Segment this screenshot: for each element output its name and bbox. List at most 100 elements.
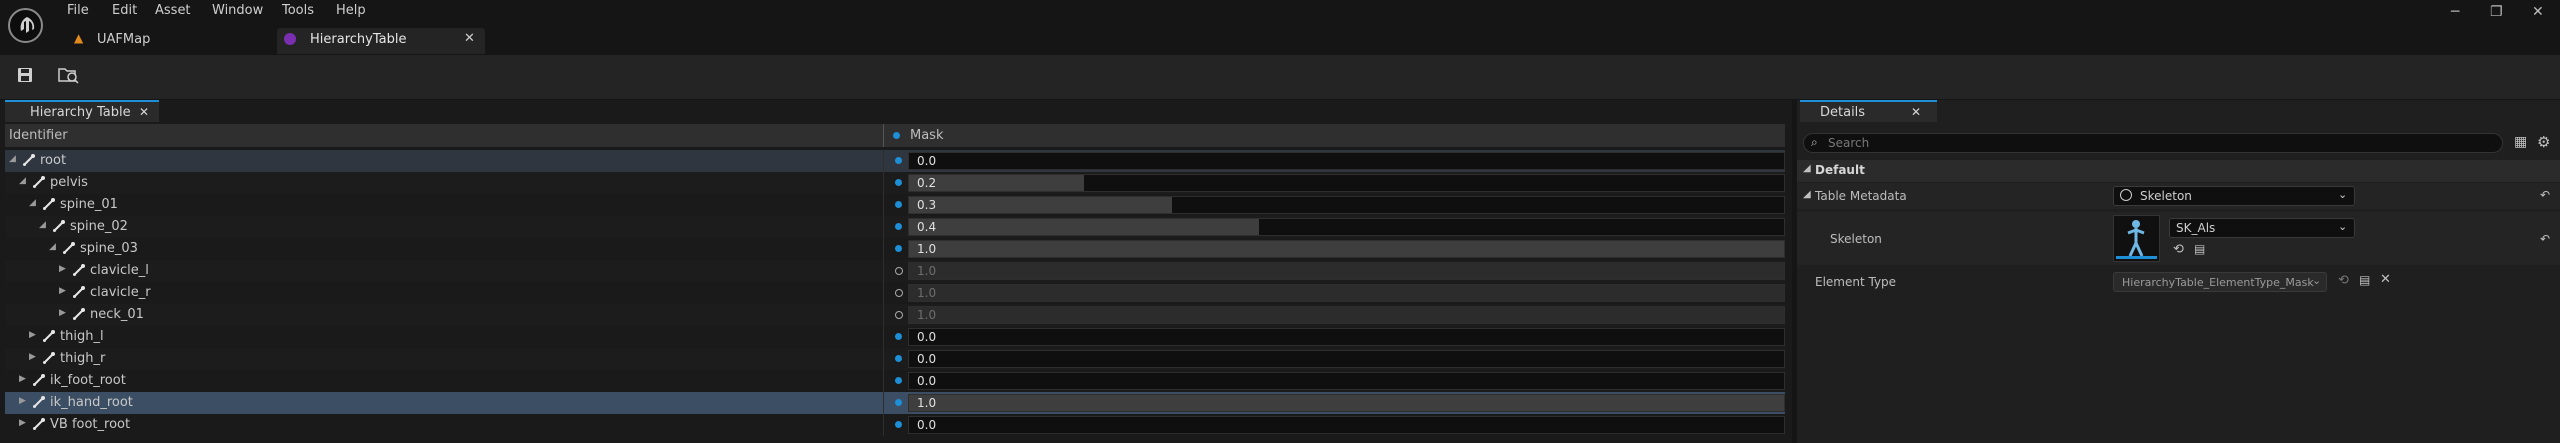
mask-value-slider[interactable]: 0.0 xyxy=(908,372,1785,390)
close-panel-icon[interactable]: ✕ xyxy=(139,105,149,119)
tab-details[interactable]: Details ✕ xyxy=(1800,100,1937,122)
tab-uafmap[interactable]: ▲ UAFMap xyxy=(72,28,272,54)
settings-gear-icon[interactable]: ⚙ xyxy=(2537,133,2550,151)
table-row[interactable]: ◢ pelvis 0.2 xyxy=(5,172,1785,194)
expand-arrow-right-icon[interactable]: ▶ xyxy=(29,330,36,340)
table-row[interactable]: ◢ root 0.0 xyxy=(5,150,1785,172)
menu-tools[interactable]: Tools xyxy=(282,3,314,18)
expand-arrow-down-icon[interactable]: ◢ xyxy=(29,198,36,208)
table-row[interactable]: ◢ spine_03 1.0 xyxy=(5,238,1785,260)
mask-value-slider[interactable]: 0.3 xyxy=(908,196,1785,214)
override-indicator-icon[interactable] xyxy=(895,223,902,230)
mask-value-slider[interactable]: 0.2 xyxy=(908,174,1785,192)
expand-arrow-right-icon[interactable]: ▶ xyxy=(59,286,66,296)
mask-value-fill xyxy=(909,219,1259,235)
save-icon[interactable] xyxy=(17,67,33,83)
override-indicator-icon[interactable] xyxy=(895,355,902,362)
minimize-icon[interactable]: ─ xyxy=(2451,4,2459,20)
expand-arrow-right-icon[interactable]: ▶ xyxy=(29,352,36,362)
expand-arrow-right-icon[interactable]: ▶ xyxy=(59,308,66,318)
reset-to-default-icon[interactable]: ↶ xyxy=(2540,188,2550,202)
section-default[interactable]: ◢ Default xyxy=(1797,160,2560,182)
mask-value-slider[interactable]: 1.0 xyxy=(908,306,1785,324)
search-input[interactable]: ⌕ Search xyxy=(1803,133,2503,153)
table-row[interactable]: ▶ ik_hand_root 1.0 xyxy=(5,392,1785,414)
use-selected-icon[interactable]: ⟲ xyxy=(2173,242,2184,257)
element-type-dropdown[interactable]: HierarchyTable_ElementType_Mask ⌄ xyxy=(2113,272,2327,292)
column-identifier[interactable]: Identifier xyxy=(9,128,68,143)
tab-hierarchytable[interactable]: HierarchyTable ✕ xyxy=(277,28,485,54)
map-icon: ▲ xyxy=(74,31,84,45)
table-row[interactable]: ◢ spine_01 0.3 xyxy=(5,194,1785,216)
tab-uafmap-label: UAFMap xyxy=(97,32,151,47)
mask-value-slider[interactable]: 1.0 xyxy=(908,240,1785,258)
menu-file[interactable]: File xyxy=(67,3,89,18)
table-row[interactable]: ◢ spine_02 0.4 xyxy=(5,216,1785,238)
mask-value-slider[interactable]: 1.0 xyxy=(908,394,1785,412)
column-mask[interactable]: Mask xyxy=(910,128,943,143)
maximize-icon[interactable]: ❐ xyxy=(2490,4,2503,20)
expand-arrow-down-icon[interactable]: ◢ xyxy=(19,176,26,186)
table-row[interactable]: ▶ thigh_l 0.0 xyxy=(5,326,1785,348)
browse-icon[interactable]: ▤ xyxy=(2359,273,2370,287)
skeleton-asset-dropdown[interactable]: SK_Als ⌄ xyxy=(2169,218,2355,238)
mask-value-slider[interactable]: 1.0 xyxy=(908,262,1785,280)
use-selected-icon[interactable]: ⟲ xyxy=(2338,273,2349,288)
expand-arrow-right-icon[interactable]: ▶ xyxy=(19,374,26,384)
column-divider[interactable] xyxy=(883,124,884,147)
override-indicator-icon[interactable] xyxy=(895,421,902,428)
inherited-indicator-icon[interactable] xyxy=(895,311,903,319)
override-indicator-icon[interactable] xyxy=(895,333,902,340)
mask-value-slider[interactable]: 0.0 xyxy=(908,350,1785,368)
mask-column-dot-icon xyxy=(893,132,900,139)
browse-icon[interactable]: ▤ xyxy=(2194,242,2205,256)
clear-icon[interactable]: ✕ xyxy=(2380,272,2391,287)
override-indicator-icon[interactable] xyxy=(895,245,902,252)
table-row[interactable]: ▶ clavicle_l 1.0 xyxy=(5,260,1785,282)
expand-arrow-down-icon[interactable]: ◢ xyxy=(39,220,46,230)
expand-arrow-down-icon[interactable]: ◢ xyxy=(49,242,56,252)
expand-arrow-down-icon[interactable]: ◢ xyxy=(9,154,16,164)
table-row[interactable]: ▶ clavicle_r 1.0 xyxy=(5,282,1785,304)
mask-value: 0.3 xyxy=(917,198,937,212)
menu-window[interactable]: Window xyxy=(212,3,263,18)
bone-icon xyxy=(32,395,46,413)
table-row[interactable]: ▶ ik_foot_root 0.0 xyxy=(5,370,1785,392)
mask-value-slider[interactable]: 0.0 xyxy=(908,152,1785,170)
override-indicator-icon[interactable] xyxy=(895,201,902,208)
row-label: clavicle_r xyxy=(90,285,151,300)
mask-value-slider[interactable]: 0.4 xyxy=(908,218,1785,236)
unreal-logo-icon[interactable] xyxy=(8,8,43,43)
menu-asset[interactable]: Asset xyxy=(155,3,191,18)
mask-value-slider[interactable]: 0.0 xyxy=(908,416,1785,434)
tab-hierarchy-table[interactable]: Hierarchy Table ✕ xyxy=(5,100,159,122)
table-row[interactable]: ▶ VB foot_root 0.0 xyxy=(5,414,1785,436)
reset-to-default-icon[interactable]: ↶ xyxy=(2540,232,2550,246)
override-indicator-icon[interactable] xyxy=(895,179,902,186)
close-panel-icon[interactable]: ✕ xyxy=(1911,105,1921,119)
expand-arrow-right-icon[interactable]: ▶ xyxy=(19,418,26,428)
override-indicator-icon[interactable] xyxy=(895,157,902,164)
table-row[interactable]: ▶ thigh_r 0.0 xyxy=(5,348,1785,370)
mask-value-slider[interactable]: 0.0 xyxy=(908,328,1785,346)
menu-help[interactable]: Help xyxy=(336,3,366,18)
row-label: neck_01 xyxy=(90,307,144,322)
browse-to-asset-icon[interactable] xyxy=(58,66,80,84)
table-row[interactable]: ▶ neck_01 1.0 xyxy=(5,304,1785,326)
expand-arrow-right-icon[interactable]: ▶ xyxy=(59,264,66,274)
override-indicator-icon[interactable] xyxy=(895,399,902,406)
table-view-icon[interactable]: ▦ xyxy=(2514,134,2527,150)
inherited-indicator-icon[interactable] xyxy=(895,267,903,275)
close-window-icon[interactable]: ✕ xyxy=(2532,4,2544,20)
chevron-down-icon[interactable]: ◢ xyxy=(1803,189,1811,200)
skeleton-thumbnail[interactable] xyxy=(2113,215,2160,262)
close-tab-icon[interactable]: ✕ xyxy=(464,31,475,46)
expand-arrow-right-icon[interactable]: ▶ xyxy=(19,396,26,406)
mask-value-slider[interactable]: 1.0 xyxy=(908,284,1785,302)
table-metadata-dropdown[interactable]: Skeleton ⌄ xyxy=(2113,186,2355,206)
row-label: VB foot_root xyxy=(50,417,131,432)
override-indicator-icon[interactable] xyxy=(895,377,902,384)
bone-icon xyxy=(72,285,86,303)
inherited-indicator-icon[interactable] xyxy=(895,289,903,297)
menu-edit[interactable]: Edit xyxy=(112,3,137,18)
